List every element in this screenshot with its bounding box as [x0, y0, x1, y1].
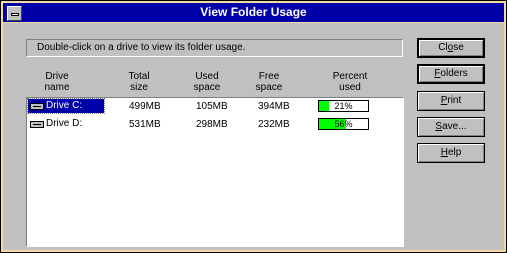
total-size: 499MB	[129, 101, 161, 112]
save-button[interactable]: Save...	[417, 117, 485, 137]
instruction-text: Double-click on a drive to view its fold…	[37, 42, 246, 53]
used-space: 105MB	[196, 101, 228, 112]
drive-icon	[30, 103, 44, 110]
column-header-used-space-line2: space	[193, 82, 221, 93]
close-button-label-pre: Cl	[438, 42, 448, 53]
percent-used-bar: 21%	[318, 100, 369, 112]
column-header-free-space-line2: space	[255, 82, 283, 93]
save-button-label-post: ave...	[442, 121, 467, 132]
column-header-free-space-line1: Free	[258, 71, 280, 82]
column-header-percent-used-line1: Percent	[332, 71, 368, 82]
percent-used-label: 21%	[334, 101, 353, 111]
percent-used-label: 56%	[334, 119, 353, 129]
help-button-mnemonic: H	[440, 147, 448, 158]
column-header-total-size: Total size	[119, 71, 159, 93]
close-button-label-post: se	[453, 42, 464, 53]
used-space: 298MB	[196, 119, 228, 130]
column-header-drive-name-line1: Drive	[45, 71, 69, 82]
drive-name-cell[interactable]: Drive C:	[27, 98, 105, 114]
drive-row[interactable]: Drive C: 499MB 105MB 394MB 21%	[27, 98, 402, 114]
free-space: 394MB	[258, 101, 290, 112]
drive-list[interactable]: Drive C: 499MB 105MB 394MB 21% Drive D: …	[26, 97, 404, 247]
folders-button-label-post: olders	[440, 68, 468, 79]
column-header-percent-used-line2: used	[339, 82, 361, 93]
column-header-free-space: Free space	[249, 71, 289, 93]
drive-name: Drive C:	[46, 100, 83, 111]
dialog-client-area: Double-click on a drive to view its fold…	[3, 23, 504, 250]
print-button[interactable]: Print	[417, 91, 485, 111]
window-title: View Folder Usage	[200, 5, 307, 19]
column-header-drive-name-line2: name	[44, 82, 70, 93]
help-button-label-post: elp	[447, 147, 462, 158]
free-space: 232MB	[258, 119, 290, 130]
percent-used-bar: 56%	[318, 118, 369, 130]
instruction-box: Double-click on a drive to view its fold…	[26, 39, 403, 57]
title-bar[interactable]: View Folder Usage	[3, 3, 504, 22]
folders-button[interactable]: Folders	[417, 64, 485, 84]
column-header-used-space: Used space	[187, 71, 227, 93]
drive-name: Drive D:	[46, 118, 83, 129]
view-folder-usage-window: View Folder Usage Double-click on a driv…	[0, 0, 507, 253]
drive-name-cell[interactable]: Drive D:	[28, 117, 104, 131]
drive-row[interactable]: Drive D: 531MB 298MB 232MB 56%	[28, 117, 402, 132]
column-header-used-space-line1: Used	[195, 71, 219, 82]
column-header-total-size-line2: size	[130, 82, 148, 93]
column-header-percent-used: Percent used	[325, 71, 375, 93]
help-button[interactable]: Help	[417, 143, 485, 163]
close-button[interactable]: Close	[417, 38, 485, 58]
print-button-label-post: rint	[447, 95, 462, 106]
column-header-drive-name: Drive name	[37, 71, 77, 93]
drive-icon	[30, 121, 44, 128]
column-header-total-size-line1: Total	[128, 71, 150, 82]
total-size: 531MB	[129, 119, 161, 130]
